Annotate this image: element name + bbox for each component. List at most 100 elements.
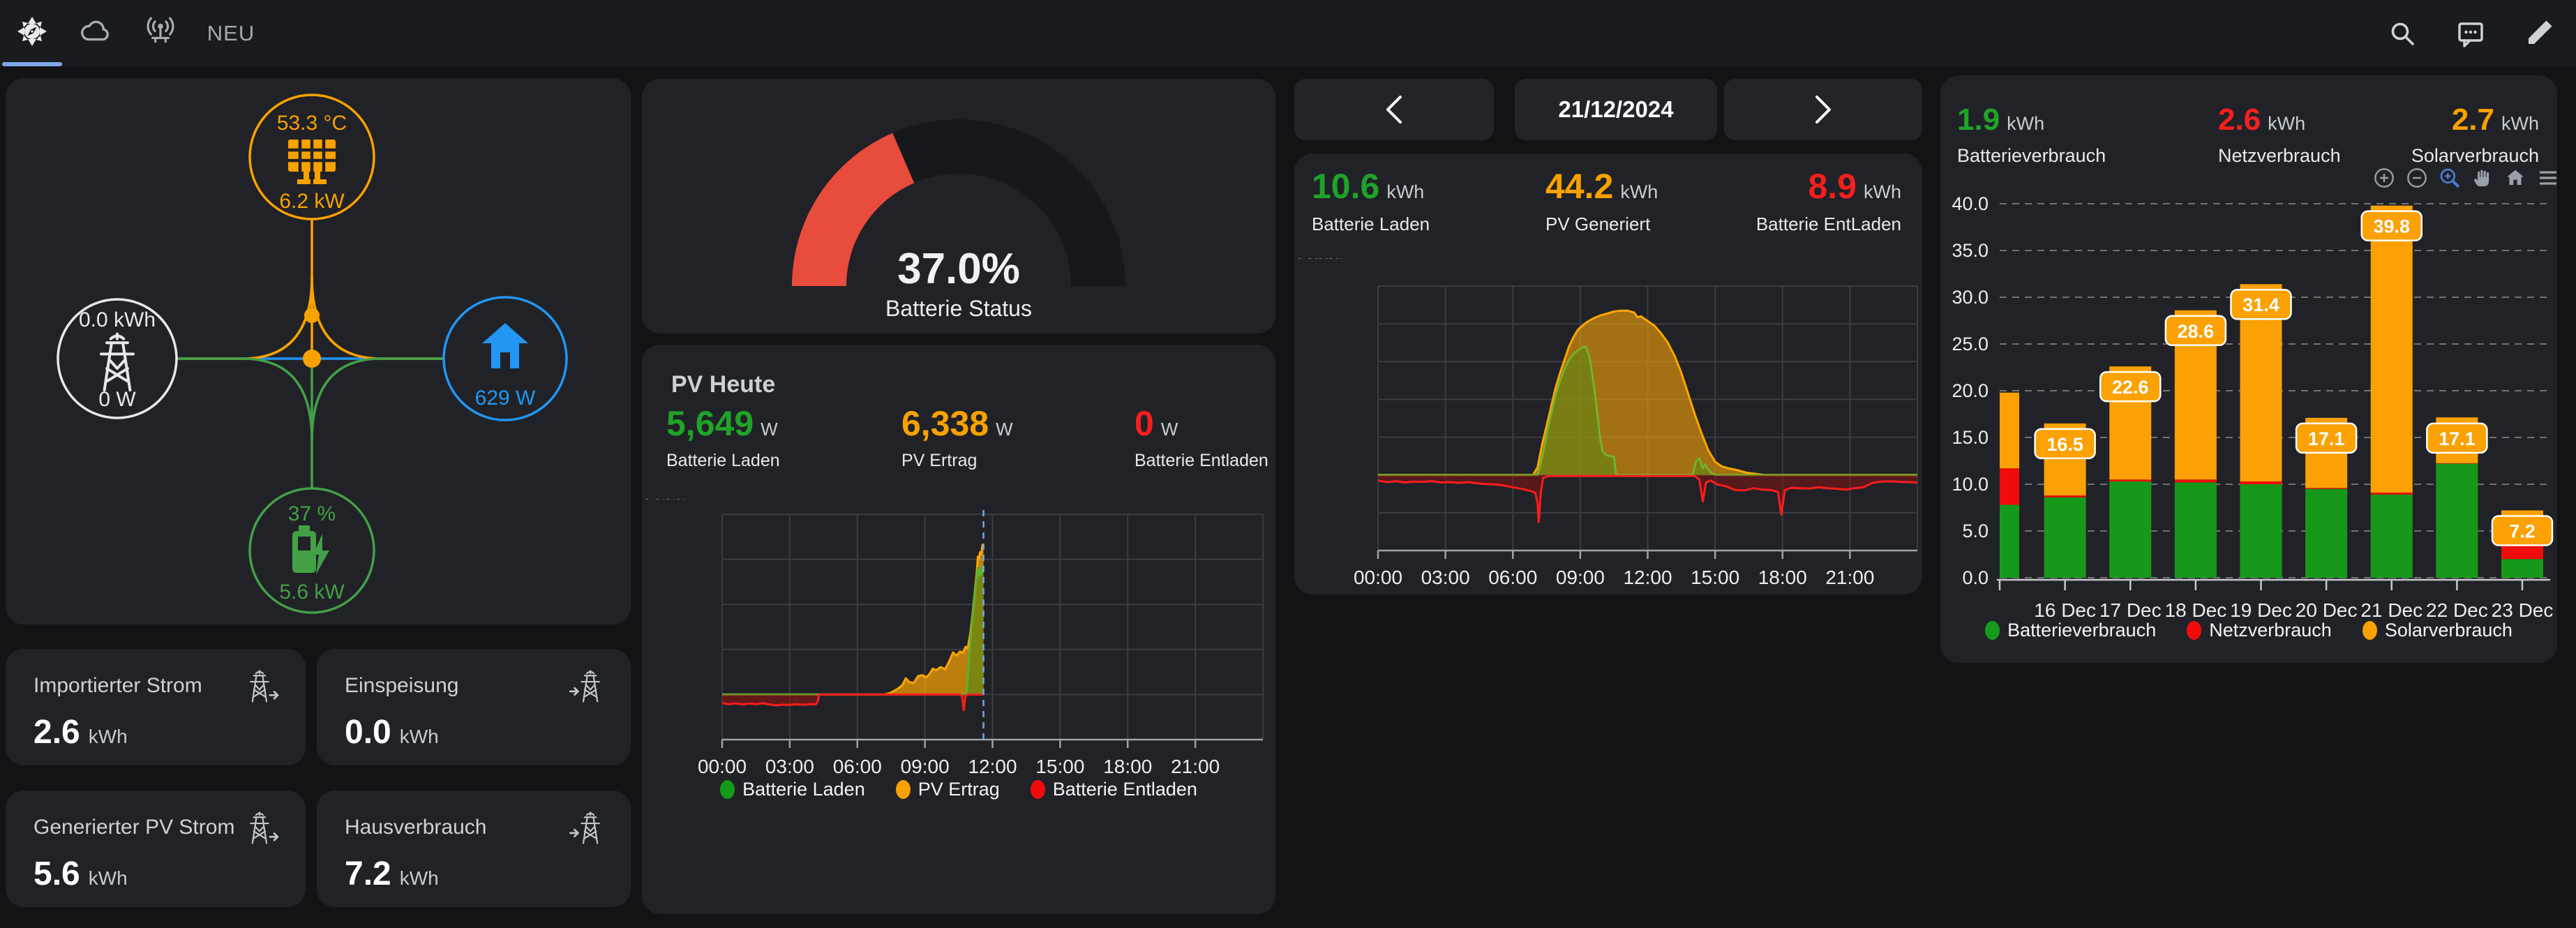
stat-card-value: 5.6 <box>33 855 80 892</box>
stat-card-generierter-pv-strom[interactable]: Generierter PV Strom 5.6 kWh <box>6 791 306 907</box>
svg-text:28.6: 28.6 <box>2178 321 2215 342</box>
stat-value: 10.6 <box>1312 167 1380 206</box>
tab-weather[interactable] <box>64 0 128 66</box>
assistant-chat-icon[interactable] <box>2455 17 2487 50</box>
svg-text:25.0: 25.0 <box>1952 334 1989 354</box>
stat-unit: W <box>1160 419 1178 440</box>
svg-text:16.5: 16.5 <box>2046 434 2083 455</box>
svg-text:22.6: 22.6 <box>2112 377 2149 398</box>
battery-node[interactable]: 37 % 5.6 kW <box>248 487 375 614</box>
pv-stat-batterie-entladen: 0W Batterie Entladen <box>1135 406 1268 471</box>
day-energy-chart[interactable]: 1000080006000400020000-2000-400000:0003:… <box>1294 258 1922 592</box>
search-icon[interactable] <box>2386 17 2418 50</box>
svg-text:18:00: 18:00 <box>1758 567 1807 588</box>
svg-text:17.1: 17.1 <box>2308 428 2345 449</box>
svg-text:18 Dec: 18 Dec <box>2165 599 2227 617</box>
transmission-tower-icon <box>101 334 133 390</box>
pv-chart-legend: Batterie Laden PV Ertrag Batterie Entlad… <box>642 779 1275 800</box>
svg-text:03:00: 03:00 <box>1421 567 1470 588</box>
svg-text:09:00: 09:00 <box>1556 567 1605 588</box>
legend-dot <box>895 780 911 799</box>
stat-unit: kWh <box>1386 181 1425 202</box>
stat-unit: kWh <box>2501 113 2539 134</box>
legend-item[interactable]: PV Ertrag <box>895 779 1000 800</box>
svg-text:0.0: 0.0 <box>1962 567 1989 588</box>
legend-label: Solarverbrauch <box>2384 620 2513 641</box>
svg-text:15:00: 15:00 <box>1691 567 1739 588</box>
pv-heute-chart[interactable]: 80006000400020000-200000:0003:0006:0009:… <box>642 499 1275 778</box>
stat-unit: kWh <box>1864 181 1901 202</box>
week-stat-netzverbrauch: 2.6 kWh Netzverbrauch <box>2218 105 2341 167</box>
legend-label: PV Ertrag <box>918 779 1000 800</box>
pv-heute-title: PV Heute <box>671 371 776 398</box>
svg-text:5.0: 5.0 <box>1962 521 1989 541</box>
sun-compass-icon <box>17 16 47 50</box>
flow-dot <box>304 308 320 323</box>
antenna-network-icon <box>144 16 177 50</box>
battery-soc: 37 % <box>288 502 336 525</box>
stat-card-value: 2.6 <box>33 714 80 751</box>
legend-item[interactable]: Batterie Laden <box>720 779 865 800</box>
week-consumption-chart[interactable]: 0.0 5.0 10.0 15.0 20.0 25.0 30.0 35.0 40.0 16 Dec… <box>1944 183 2554 617</box>
stat-card-value: 7.2 <box>345 855 391 892</box>
stat-card-title: Importierter Strom <box>33 674 202 697</box>
svg-text:03:00: 03:00 <box>765 756 814 777</box>
transmission-tower-import-icon <box>568 668 607 708</box>
stat-unit: kWh <box>1620 181 1658 202</box>
svg-text:30.0: 30.0 <box>1952 287 1989 308</box>
stat-value: 5,649 <box>666 404 754 443</box>
stat-label: Solarverbrauch <box>2411 145 2539 166</box>
legend-label: Batterieverbrauch <box>2007 620 2157 641</box>
svg-text:-4000: -4000 <box>1294 258 1342 262</box>
transmission-tower-export-icon <box>243 668 282 708</box>
svg-text:21 Dec: 21 Dec <box>2360 599 2423 617</box>
tab-overview[interactable] <box>0 0 64 66</box>
svg-text:18:00: 18:00 <box>1103 756 1152 777</box>
topbar: NEU <box>0 0 2576 66</box>
svg-text:12:00: 12:00 <box>968 756 1017 777</box>
legend-item[interactable]: Solarverbrauch <box>2362 620 2513 641</box>
solar-node[interactable]: 53.3 °C 6.2 kW <box>248 93 375 220</box>
legend-item[interactable]: Netzverbrauch <box>2187 620 2332 641</box>
grid-energy: 0.0 kWh <box>79 308 156 331</box>
stat-unit: W <box>996 419 1013 440</box>
grid-node[interactable]: 0.0 kWh 0 W <box>57 298 178 419</box>
svg-text:16 Dec: 16 Dec <box>2034 599 2096 617</box>
battery-charging-icon <box>292 525 329 574</box>
svg-text:31.4: 31.4 <box>2242 294 2279 315</box>
stat-card-unit: kWh <box>88 726 128 747</box>
home-node[interactable]: 629 W <box>442 296 568 421</box>
legend-item[interactable]: Batterie Entladen <box>1030 779 1197 800</box>
date-display-button[interactable]: 21/12/2024 <box>1515 79 1717 140</box>
solar-panel-icon <box>288 140 336 184</box>
svg-text:39.8: 39.8 <box>2373 216 2410 237</box>
svg-text:15.0: 15.0 <box>1952 427 1989 448</box>
svg-text:-2000: -2000 <box>642 499 690 503</box>
solar-temp: 53.3 °C <box>277 112 347 135</box>
tab-neu[interactable]: NEU <box>193 0 269 66</box>
next-day-button[interactable] <box>1724 79 1922 140</box>
stat-value: 2.7 <box>2451 103 2494 137</box>
legend-item[interactable]: Batterieverbrauch <box>1985 620 2156 641</box>
legend-label: Netzverbrauch <box>2209 620 2332 641</box>
stat-value: 1.9 <box>1957 103 2000 137</box>
svg-text:23 Dec: 23 Dec <box>2492 599 2554 617</box>
svg-text:40.0: 40.0 <box>1952 193 1989 214</box>
stat-card-importierter-strom[interactable]: Importierter Strom 2.6 kWh <box>6 649 306 765</box>
stat-unit: kWh <box>2268 113 2306 134</box>
gauge-label: Batterie Status <box>885 296 1032 321</box>
energy-flow-diagram: 53.3 °C 6.2 kW 0.0 kWh 0 W 629 W 37 % 5.… <box>57 93 568 614</box>
legend-dot <box>1985 621 2000 640</box>
stat-card-einspeisung[interactable]: Einspeisung 0.0 kWh <box>317 649 631 765</box>
tab-network[interactable] <box>128 0 193 66</box>
stat-value: 2.6 <box>2218 103 2261 137</box>
stat-value: 6,338 <box>901 404 989 443</box>
flow-dot-junction <box>303 350 321 368</box>
stat-value: 0 <box>1135 404 1154 443</box>
prev-day-button[interactable] <box>1294 79 1494 140</box>
edit-pencil-icon[interactable] <box>2523 17 2555 50</box>
stat-card-hausverbrauch[interactable]: Hausverbrauch 7.2 kWh <box>317 791 631 907</box>
day-stat-batterie-laden: 10.6 kWh Batterie Laden <box>1312 169 1430 235</box>
svg-text:7.2: 7.2 <box>2509 521 2536 542</box>
svg-text:10.0: 10.0 <box>1952 474 1989 495</box>
